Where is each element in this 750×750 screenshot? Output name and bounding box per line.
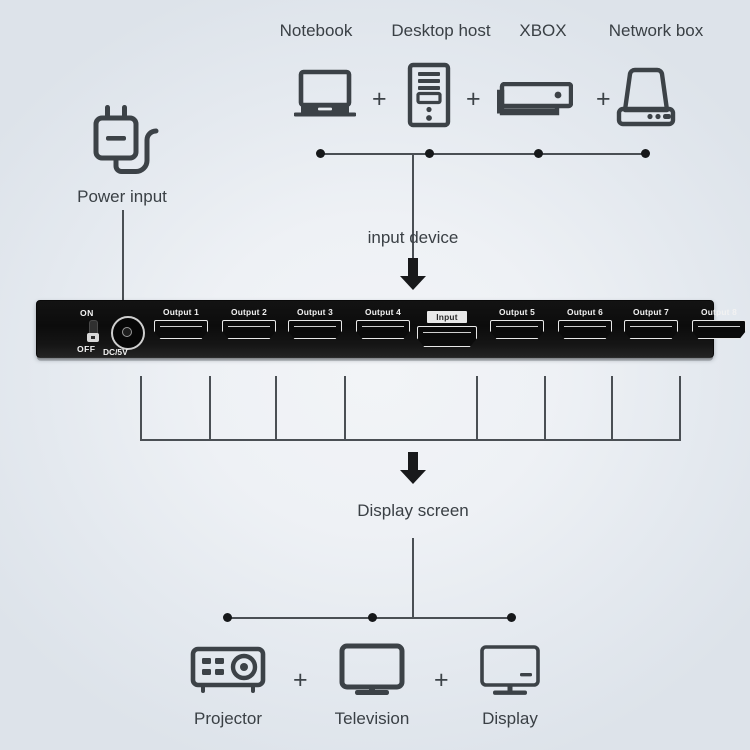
output-label-display: Display (482, 709, 538, 728)
port-output-6[interactable]: Output 6 (551, 307, 619, 339)
source-label-xbox: XBOX (519, 21, 567, 40)
source-label-desktop-host: Desktop host (391, 21, 491, 40)
projector-icon (190, 645, 266, 695)
bus-node-network-box (641, 149, 650, 158)
output-drop-line-7 (611, 376, 613, 440)
hdmi-connector-output-2[interactable] (222, 320, 276, 339)
bus-node-desktop (425, 149, 434, 158)
port-label-output-4: Output 4 (364, 307, 402, 317)
display-bus-stem (412, 538, 414, 618)
display-screen-flow-label: Display screen (357, 501, 469, 520)
hdmi-connector-input[interactable] (417, 326, 477, 347)
port-output-7[interactable]: Output 7 (617, 307, 685, 339)
port-input[interactable]: Input (413, 307, 481, 347)
plus-separator-3: + (596, 85, 611, 113)
laptop-icon (294, 68, 356, 120)
hdmi-connector-output-5[interactable] (490, 320, 544, 339)
port-label-input: Input (427, 311, 467, 323)
network-box-icon (613, 66, 679, 128)
port-output-4[interactable]: Output 4 (349, 307, 417, 339)
output-drop-line-1 (140, 376, 142, 440)
output-drop-line-3 (275, 376, 277, 440)
hdmi-splitter-device: ON OFF DC/5V Output 1 Output 2 Output 3 … (36, 300, 746, 361)
game-console-icon (495, 82, 573, 118)
dc-power-jack[interactable] (111, 316, 145, 350)
hdmi-connector-output-7[interactable] (624, 320, 678, 339)
source-bus-line (320, 153, 646, 155)
port-label-output-8: Output 8 (700, 307, 738, 317)
plus-separator-4: + (293, 666, 308, 694)
port-label-output-7: Output 7 (632, 307, 670, 317)
display-flow-arrow (400, 452, 426, 484)
switch-on-label: ON (80, 308, 94, 318)
output-drop-line-5 (476, 376, 478, 440)
power-plug-icon (92, 103, 164, 177)
power-switch-knob[interactable] (86, 333, 99, 342)
port-label-output-2: Output 2 (230, 307, 268, 317)
output-drop-line-6 (544, 376, 546, 440)
monitor-icon (479, 645, 541, 697)
port-output-2[interactable]: Output 2 (215, 307, 283, 339)
hdmi-connector-output-6[interactable] (558, 320, 612, 339)
power-section: ON OFF DC/5V (53, 306, 153, 357)
output-label-projector: Projector (193, 709, 263, 728)
port-output-5[interactable]: Output 5 (483, 307, 551, 339)
bus-node-television (368, 613, 377, 622)
plus-separator-1: + (372, 85, 387, 113)
source-label-notebook: Notebook (279, 21, 353, 40)
bus-node-display (507, 613, 516, 622)
port-output-1[interactable]: Output 1 (147, 307, 215, 339)
port-label-output-5: Output 5 (498, 307, 536, 317)
power-connection-line (122, 210, 124, 300)
port-label-output-3: Output 3 (296, 307, 334, 317)
bus-node-xbox (534, 149, 543, 158)
hdmi-connector-output-3[interactable] (288, 320, 342, 339)
dc-voltage-label: DC/5V (103, 347, 128, 357)
input-flow-arrow (400, 258, 426, 290)
hdmi-connector-output-8[interactable] (692, 320, 746, 339)
output-drop-line-8 (679, 376, 681, 440)
bus-node-projector (223, 613, 232, 622)
source-label-network-box: Network box (608, 21, 704, 40)
output-collector-line (140, 439, 681, 441)
port-output-3[interactable]: Output 3 (281, 307, 349, 339)
power-input-label: Power input (77, 187, 167, 206)
hdmi-connector-output-1[interactable] (154, 320, 208, 339)
output-drop-line-2 (209, 376, 211, 440)
port-label-output-6: Output 6 (566, 307, 604, 317)
diagram-canvas: Notebook Desktop host XBOX Network box +… (0, 0, 750, 750)
plus-separator-5: + (434, 666, 449, 694)
hdmi-connector-output-4[interactable] (356, 320, 410, 339)
output-label-television: Television (334, 709, 410, 728)
port-label-output-1: Output 1 (162, 307, 200, 317)
plus-separator-2: + (466, 85, 481, 113)
port-output-8[interactable]: Output 8 (685, 307, 750, 339)
desktop-tower-icon (407, 62, 451, 128)
television-icon (339, 643, 405, 697)
output-drop-line-4 (344, 376, 346, 440)
switch-off-label: OFF (77, 344, 96, 354)
bus-node-notebook (316, 149, 325, 158)
input-device-flow-label: input device (367, 228, 459, 247)
